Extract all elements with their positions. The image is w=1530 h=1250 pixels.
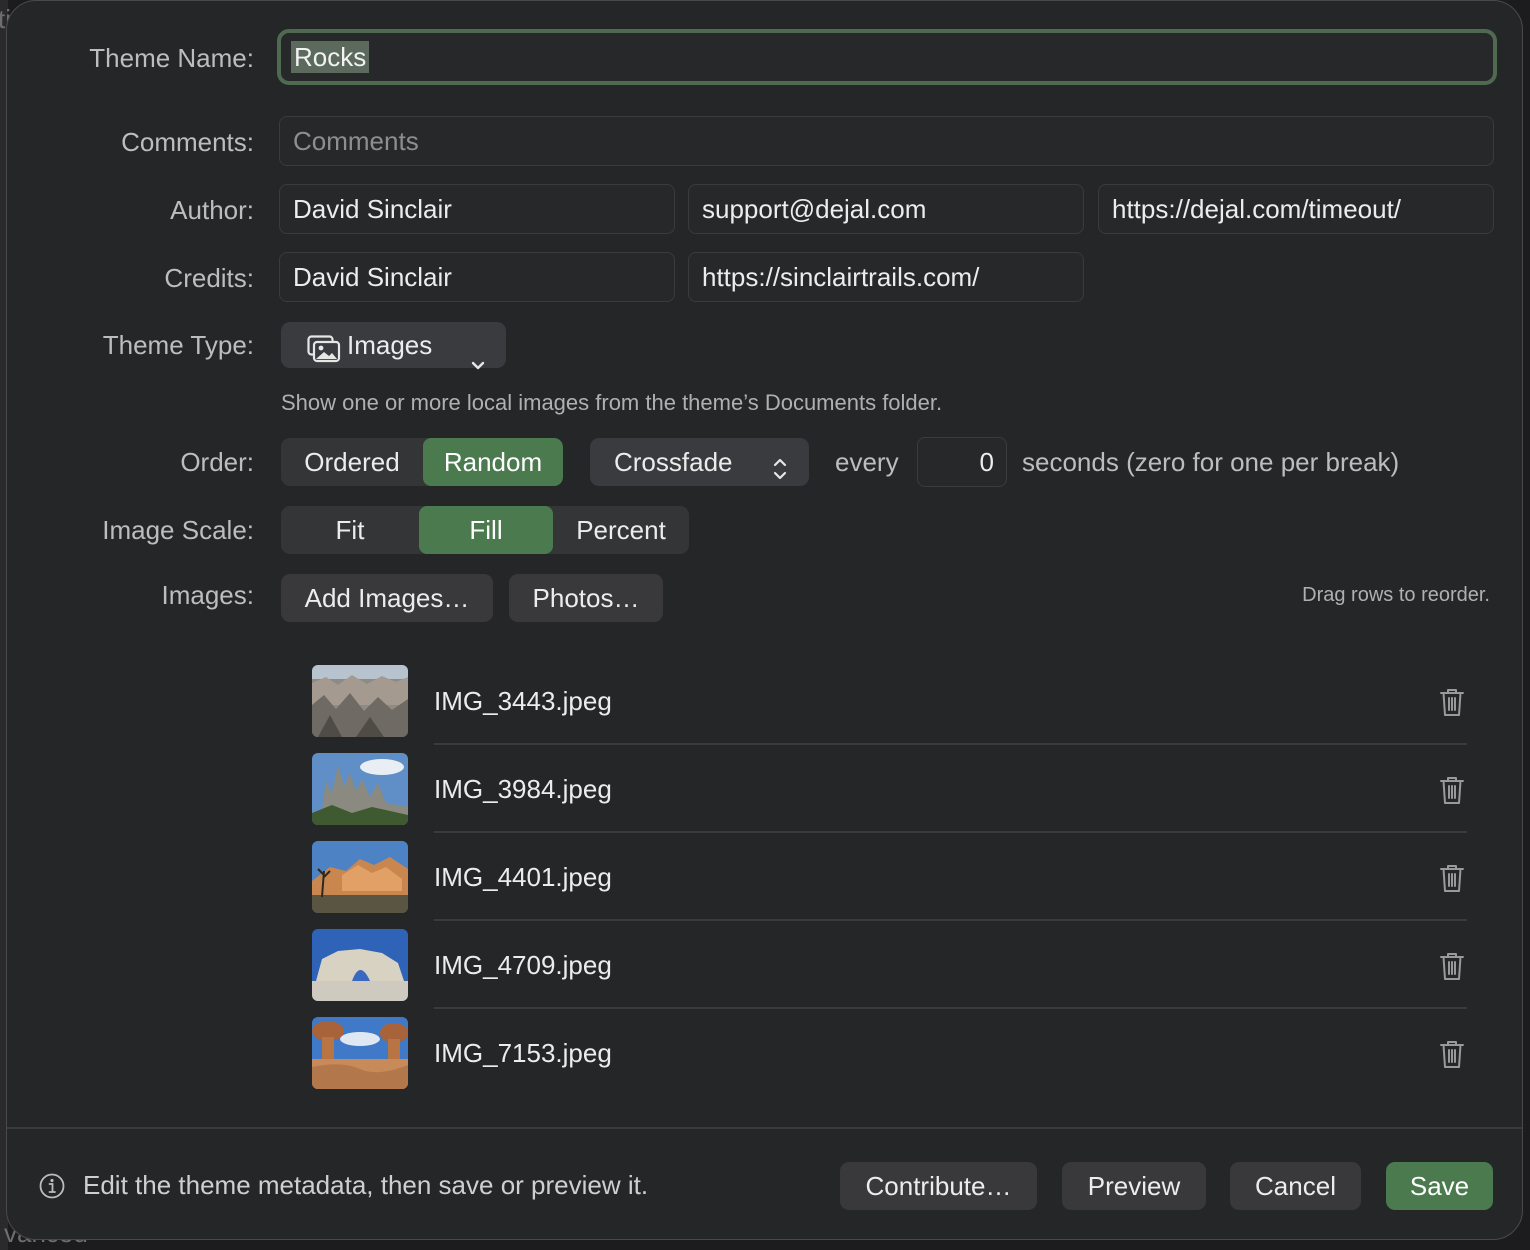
image-scale-label: Image Scale: [102, 515, 254, 545]
trash-icon[interactable] [1439, 1039, 1465, 1069]
theme-name-value: Rocks [291, 41, 370, 73]
order-segmented-control[interactable]: Ordered Random [281, 438, 563, 486]
footer-divider [7, 1127, 1522, 1129]
row-separator [434, 743, 1467, 745]
theme-editor-sheet: Theme Name: Rocks Comments: Comments Aut… [6, 0, 1523, 1240]
row-separator [434, 919, 1467, 921]
scale-option-fill[interactable]: Fill [419, 506, 553, 554]
order-option-random[interactable]: Random [423, 438, 563, 486]
theme-type-label: Theme Type: [102, 330, 254, 360]
every-label: every [835, 447, 899, 477]
footer-info-text: Edit the theme metadata, then save or pr… [83, 1170, 649, 1200]
chevron-updown-icon [772, 449, 788, 480]
author-label: Author: [170, 195, 254, 225]
trash-icon[interactable] [1439, 775, 1465, 805]
image-filename: IMG_3443.jpeg [434, 686, 612, 716]
image-filename: IMG_4709.jpeg [434, 950, 612, 980]
author-email-field[interactable]: support@dejal.com [688, 184, 1084, 234]
image-thumbnail [312, 753, 408, 825]
photos-button[interactable]: Photos… [509, 574, 663, 622]
author-url-field[interactable]: https://dejal.com/timeout/ [1098, 184, 1494, 234]
row-separator [434, 831, 1467, 833]
photo-stack-icon [307, 331, 341, 363]
image-filename: IMG_4401.jpeg [434, 862, 612, 892]
save-button[interactable]: Save [1386, 1162, 1493, 1210]
author-name-field[interactable]: David Sinclair [279, 184, 675, 234]
image-row[interactable]: IMG_4709.jpeg [312, 929, 1467, 1017]
credits-label: Credits: [164, 263, 254, 293]
trash-icon[interactable] [1439, 863, 1465, 893]
theme-name-label: Theme Name: [89, 43, 254, 73]
scale-option-fit[interactable]: Fit [281, 506, 419, 554]
cancel-button[interactable]: Cancel [1230, 1162, 1361, 1210]
trash-icon[interactable] [1439, 687, 1465, 717]
transition-value: Crossfade [614, 447, 733, 477]
seconds-field[interactable]: 0 [917, 437, 1007, 487]
image-row[interactable]: IMG_4401.jpeg [312, 841, 1467, 929]
image-filename: IMG_7153.jpeg [434, 1038, 612, 1068]
images-label: Images: [161, 580, 255, 610]
drag-hint: Drag rows to reorder. [1302, 584, 1490, 606]
image-thumbnail [312, 665, 408, 737]
image-thumbnail [312, 1017, 408, 1089]
credits-name-field[interactable]: David Sinclair [279, 252, 675, 302]
transition-popup[interactable]: Crossfade [590, 438, 809, 486]
preview-button[interactable]: Preview [1062, 1162, 1206, 1210]
image-row[interactable]: IMG_7153.jpeg [312, 1017, 1467, 1105]
seconds-suffix-label: seconds (zero for one per break) [1022, 447, 1400, 477]
image-row[interactable]: IMG_3984.jpeg [312, 753, 1467, 841]
chevron-down-icon [471, 339, 485, 370]
image-filename: IMG_3984.jpeg [434, 774, 612, 804]
scale-option-percent[interactable]: Percent [553, 506, 689, 554]
add-images-button[interactable]: Add Images… [281, 574, 493, 622]
image-thumbnail [312, 841, 408, 913]
image-row[interactable]: IMG_3443.jpeg [312, 665, 1467, 753]
order-option-ordered[interactable]: Ordered [281, 438, 423, 486]
trash-icon[interactable] [1439, 951, 1465, 981]
contribute-button[interactable]: Contribute… [840, 1162, 1037, 1210]
theme-name-field[interactable]: Rocks [277, 29, 1497, 85]
comments-label: Comments: [121, 127, 254, 157]
credits-url-field[interactable]: https://sinclairtrails.com/ [688, 252, 1084, 302]
image-thumbnail [312, 929, 408, 1001]
image-scale-segmented-control[interactable]: Fit Fill Percent [281, 506, 689, 554]
theme-type-description: Show one or more local images from the t… [281, 390, 943, 415]
comments-field[interactable]: Comments [279, 116, 1494, 166]
row-separator [434, 1007, 1467, 1009]
theme-type-popup[interactable]: Images [281, 322, 506, 370]
info-icon [39, 1173, 65, 1199]
theme-type-value: Images [347, 330, 433, 360]
order-label: Order: [180, 447, 254, 477]
